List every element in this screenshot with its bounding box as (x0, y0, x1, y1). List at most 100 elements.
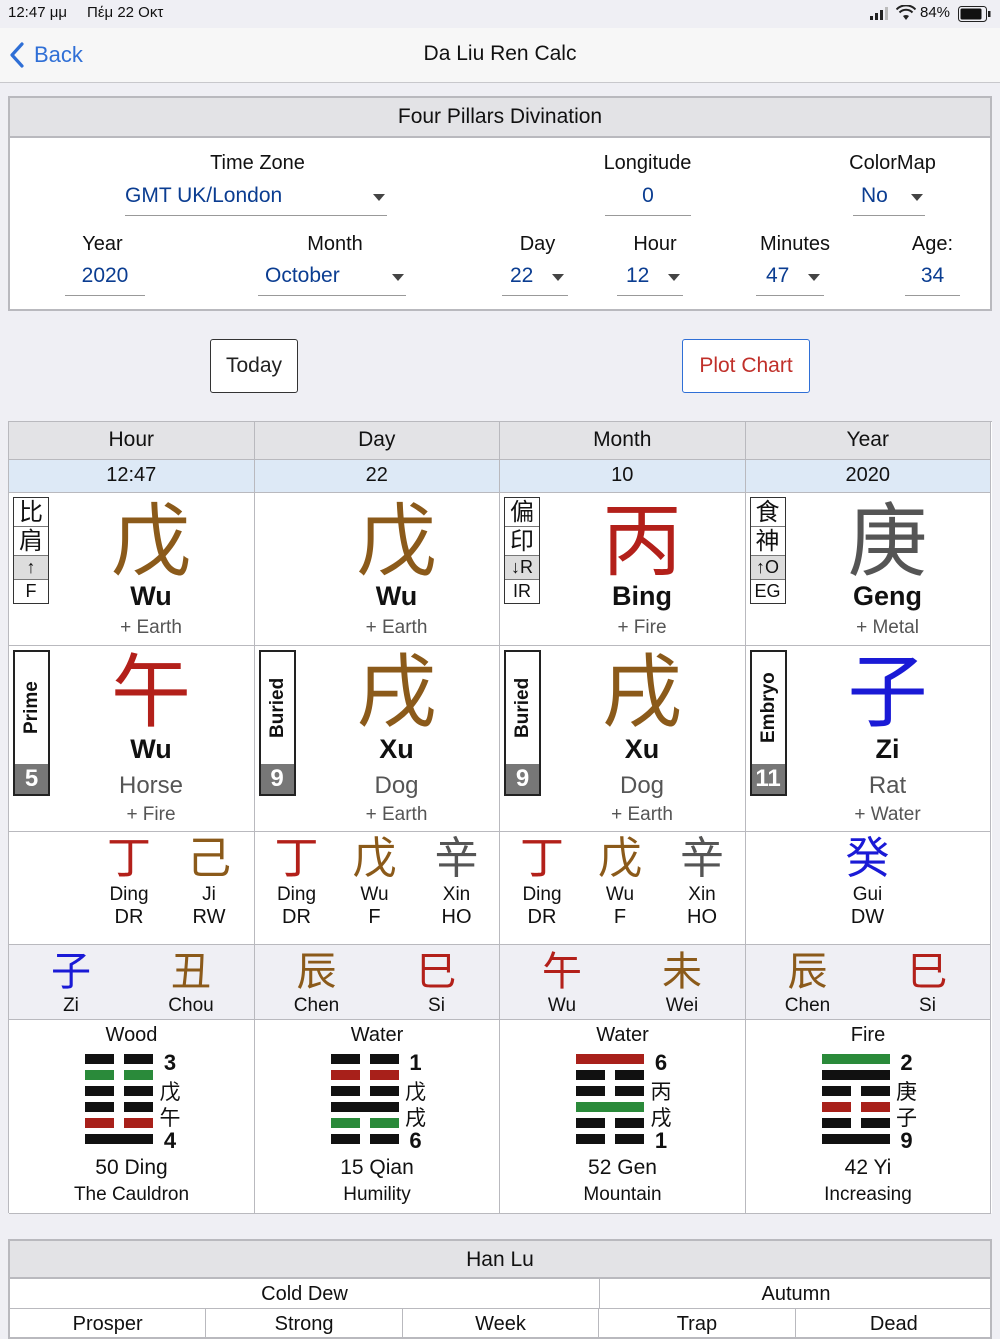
stem-glyph: 戊 (356, 495, 437, 588)
back-label: Back (34, 42, 83, 67)
back-button[interactable]: Back (8, 40, 83, 70)
branch-number: 9 (506, 764, 539, 794)
hidden-stem-name: Ding (276, 884, 317, 905)
hidden-stem-glyph: 辛 (680, 833, 724, 884)
stem-glyph: 丙 (602, 495, 682, 588)
hexagram-meaning: Mountain (583, 1184, 662, 1205)
stem-element: + Earth (120, 617, 182, 638)
hexagram-line-broken (615, 1134, 644, 1144)
branch-cell: Prime 5 午 Wu Horse + Fire (9, 646, 255, 832)
hidden-stem-code: RW (192, 906, 226, 928)
stem-pinyin: Wu (130, 581, 172, 611)
chevron-down-icon (668, 274, 680, 281)
hanlu-column: Strong (206, 1309, 403, 1339)
hexagram-line-broken (615, 1086, 644, 1096)
hidden-stem: 辛 Xin HO (417, 834, 497, 929)
extra-branch-glyph: 午 (542, 949, 582, 995)
hexagram-line-broken (330, 1070, 360, 1080)
hidden-stem-code: HO (441, 906, 472, 928)
stem-pinyin: Wu (375, 581, 418, 611)
hidden-stem-name: Ding (522, 884, 562, 905)
battery-icon (958, 6, 992, 26)
ten-god-badge-text: 神 (750, 527, 785, 556)
branch-element: + Water (854, 804, 921, 825)
pillar-value-label: 10 (611, 464, 634, 486)
hexagram-line-broken (860, 1102, 890, 1112)
year-field[interactable]: 2020 (65, 264, 145, 296)
month-label: Month (307, 233, 363, 255)
branch-glyph: 子 (847, 646, 928, 739)
pillar-header: Hour (9, 422, 255, 460)
today-button[interactable]: Today (210, 339, 298, 393)
branch-element: + Earth (365, 804, 428, 825)
branch-animal: Rat (868, 772, 907, 799)
stem-cell: 比肩 ↑ F 戊 Wu + Earth (9, 493, 255, 646)
ten-god-badge-text: 肩 (14, 527, 48, 556)
hexagram-line-broken (124, 1054, 153, 1064)
extra-branches-cell: 子 Zi 丑 Chou (9, 945, 255, 1020)
ten-god-badge: 偏印 ↓R IR (504, 497, 540, 604)
hidden-stem-code: DR (527, 906, 557, 928)
hexagram-line-broken (576, 1118, 605, 1128)
branch-tag: Buried (266, 677, 288, 739)
chevron-down-icon (392, 274, 404, 281)
hexagram-line-solid (85, 1134, 153, 1144)
branch-cell: Buried 9 戌 Xu Dog + Earth (500, 646, 746, 832)
hidden-stem-code: DR (114, 906, 144, 928)
timezone-label: Time Zone (210, 152, 305, 174)
hexagram-line-solid (576, 1054, 644, 1064)
branch-pinyin: Zi (875, 734, 900, 764)
hidden-stem-glyph: 癸 (845, 833, 890, 884)
branch-pinyin: Xu (379, 734, 414, 764)
hidden-stem: 丁 Ding DR (89, 834, 169, 929)
hidden-stem-glyph: 戊 (352, 833, 397, 884)
page-title: Da Liu Ren Calc (423, 42, 577, 65)
chevron-down-icon (552, 274, 564, 281)
hexagram-cell: Water 1 戊戌 6 15 Qian Humility (254, 1020, 500, 1214)
hexagram-name: 42 Yi (844, 1156, 892, 1179)
hidden-stem-code: F (613, 906, 627, 928)
branch-number: 11 (751, 764, 785, 794)
timezone-select[interactable]: GMT UK/London (125, 184, 387, 216)
branch-tag: Buried (512, 677, 533, 739)
month-select[interactable]: October (258, 264, 406, 296)
hexagram-line-broken (85, 1102, 114, 1112)
longitude-field[interactable]: 0 (605, 184, 691, 216)
hexagram-element: Water (350, 1024, 404, 1046)
plot-chart-button[interactable]: Plot Chart (682, 339, 810, 393)
ten-god-badge-text: ↓R (505, 556, 539, 580)
ten-god-badge-text: IR (513, 581, 531, 601)
age-field[interactable]: 34 (905, 264, 960, 296)
hidden-stem-name: Wu (605, 884, 635, 905)
hexagram-line-broken (860, 1118, 890, 1128)
hexagram-figure (85, 1054, 155, 1150)
extra-branch: 辰 Chen (257, 949, 377, 1017)
extra-branch-glyph: 巳 (416, 949, 457, 995)
hanlu-panel: Han Lu Cold Dew Autumn Prosper Strong Week… (8, 1239, 992, 1339)
ten-god-badge-text: 比 (14, 498, 48, 527)
chevron-down-icon (808, 274, 820, 281)
hexagram-label: 1 (409, 1050, 422, 1075)
hidden-stem-code: DR (282, 906, 311, 928)
hidden-stem-name: Wu (360, 884, 389, 905)
pillar-header-label: Year (846, 428, 889, 451)
extra-branch-name: Si (428, 995, 445, 1016)
hexagram-line-solid (576, 1102, 644, 1112)
hidden-stem: 丁 Ding DR (502, 834, 582, 929)
hidden-stem-glyph: 丁 (107, 833, 151, 884)
hidden-stem-name: Ding (109, 884, 149, 905)
hexagram-line-broken (124, 1070, 153, 1080)
stem-pinyin: Geng (852, 581, 922, 611)
hexagram-label: 9 (900, 1128, 913, 1153)
hexagram-line-broken (330, 1054, 360, 1064)
hidden-stem: 戊 Wu F (335, 834, 415, 929)
hexagram-meaning: Humility (343, 1184, 411, 1205)
extra-branch: 午 Wu (502, 949, 622, 1017)
hexagram-line-broken (369, 1086, 399, 1096)
branch-animal: Horse (118, 772, 184, 799)
hexagram-line-broken (124, 1086, 153, 1096)
hidden-stem: 辛 Xin HO (662, 834, 742, 929)
hexagram-label: 6 (654, 1050, 668, 1075)
stem-cell: 戊 Wu + Earth (254, 493, 500, 646)
extra-branch-name: Zi (63, 995, 79, 1016)
